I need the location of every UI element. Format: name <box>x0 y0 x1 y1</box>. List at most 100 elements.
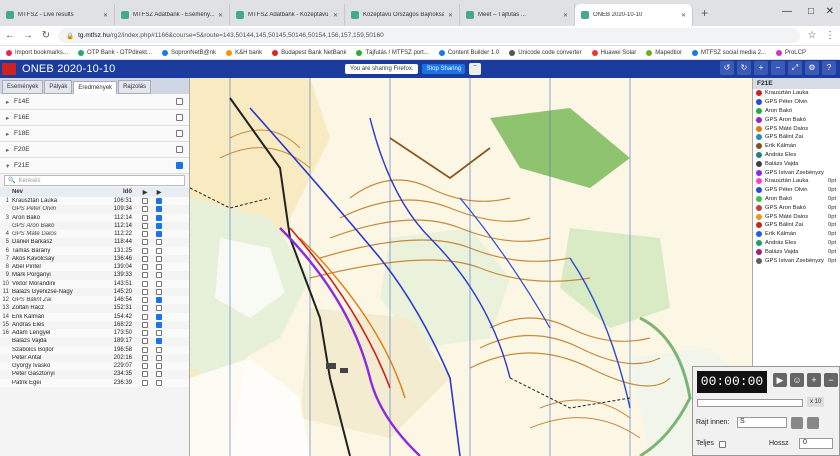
result-row[interactable]: GPS Áron Bakó 112:14 <box>0 222 189 230</box>
bookmark-item[interactable]: Content Builder 1.0 <box>438 49 499 56</box>
show-route-checkbox[interactable] <box>142 379 148 386</box>
replay-checkbox[interactable] <box>156 354 162 361</box>
reload-icon[interactable]: ↻ <box>40 30 52 41</box>
result-row[interactable]: 14 Erik Kálmán 154:42 <box>0 312 189 321</box>
replay-checkbox[interactable] <box>156 214 162 221</box>
show-route-checkbox[interactable] <box>142 198 148 205</box>
maximize-window-icon[interactable]: □ <box>808 6 814 17</box>
category-checkbox[interactable] <box>176 114 183 121</box>
show-route-checkbox[interactable] <box>142 247 148 254</box>
show-route-checkbox[interactable] <box>142 222 148 229</box>
result-row[interactable]: 9 Márk Porgányi 139:33 <box>0 271 189 279</box>
legend-runner-row[interactable]: GPS Máté Dalos <box>753 124 840 133</box>
close-window-icon[interactable]: ✕ <box>826 6 834 17</box>
result-row[interactable]: 11 Balázs Gyenizse-Nagy 145:20 <box>0 288 189 296</box>
result-row[interactable]: 7 Ákos Kavolcsay 136:46 <box>0 255 189 263</box>
zoom-out-icon[interactable]: − <box>771 61 785 75</box>
orienteering-map[interactable] <box>190 78 752 456</box>
replay-checkbox[interactable] <box>156 379 162 386</box>
rotate-right-icon[interactable]: ↻ <box>737 61 751 75</box>
result-row[interactable]: 13 Zoltán Rácz 152:31 <box>0 304 189 312</box>
panel-tab[interactable]: Pályák <box>44 80 73 94</box>
result-row[interactable]: 1 Krausztán Lauka 106:31 <box>0 197 189 206</box>
replay-checkbox[interactable] <box>156 338 162 345</box>
reset-view-icon[interactable]: ⤢ <box>788 61 802 75</box>
show-route-checkbox[interactable] <box>142 280 148 287</box>
length-input[interactable]: 0 <box>799 438 833 449</box>
play-icon[interactable]: ▶ <box>773 373 787 387</box>
close-tab-icon[interactable]: ✕ <box>681 12 686 19</box>
extensions-icon[interactable]: ⋮ <box>824 30 836 41</box>
bookmark-item[interactable]: Import bookmarks... <box>6 49 68 56</box>
result-row[interactable]: 10 Viktor Morandini 143:51 <box>0 279 189 288</box>
result-row[interactable]: Péter Antal 202:16 <box>0 354 189 362</box>
replay-speed[interactable]: x 10 <box>807 397 825 407</box>
browser-tab[interactable]: MTFSZ - Live results ✕ <box>0 4 115 26</box>
browser-tab[interactable]: Középtávú Országos Bajnokság 2020 ... ✕ <box>345 4 460 26</box>
bookmark-item[interactable]: OTP Bank - OTPdirekt... <box>78 49 152 56</box>
replay-checkbox[interactable] <box>156 206 162 213</box>
category-checkbox[interactable] <box>176 146 183 153</box>
result-row[interactable]: GPS Péter Olvin 109:34 <box>0 205 189 213</box>
category-checkbox[interactable] <box>176 98 183 105</box>
panel-tab[interactable]: Eredmények <box>73 81 118 94</box>
close-tab-icon[interactable]: ✕ <box>448 12 453 19</box>
legend-runner-row[interactable]: András Éles 0pt <box>753 239 840 248</box>
sharing-minimize-button[interactable]: – <box>469 63 482 75</box>
legend-runner-row[interactable]: Balázs Vajda <box>753 159 840 168</box>
legend-runner-row[interactable]: Áron Bakó 0pt <box>753 195 840 204</box>
result-row[interactable]: 6 Tamás Bárány 131:25 <box>0 246 189 255</box>
replay-checkbox[interactable] <box>156 346 162 353</box>
stop-sharing-button[interactable]: Stop Sharing <box>422 64 466 74</box>
panel-tab[interactable]: Rajzolás <box>118 80 152 94</box>
replay-checkbox[interactable] <box>156 288 162 295</box>
result-row[interactable]: 4 GPS Máté Dalos 112:22 <box>0 230 189 239</box>
runners-icon[interactable]: ☺ <box>790 373 804 387</box>
result-row[interactable]: Szabolcs Bojtor 196:58 <box>0 345 189 354</box>
tag-icon[interactable] <box>791 417 803 429</box>
forward-icon[interactable]: → <box>22 30 34 41</box>
show-route-checkbox[interactable] <box>142 288 148 295</box>
show-route-checkbox[interactable] <box>142 330 148 337</box>
category-row[interactable]: ▸ F20E <box>0 142 189 158</box>
show-route-checkbox[interactable] <box>142 305 148 312</box>
replay-checkbox[interactable] <box>156 313 162 320</box>
show-route-checkbox[interactable] <box>142 313 148 320</box>
result-row[interactable]: Péter Gasztonyi 234:35 <box>0 370 189 378</box>
legend-runner-row[interactable]: GPS Áron Bakó <box>753 115 840 124</box>
replay-checkbox[interactable] <box>156 222 162 229</box>
category-row[interactable]: ▸ F18E <box>0 126 189 142</box>
replay-checkbox[interactable] <box>156 330 162 337</box>
browser-tab[interactable]: Meet – Tájfutás ... ✕ <box>460 4 575 26</box>
result-row[interactable]: György Ivaskó 229:07 <box>0 362 189 371</box>
legend-runner-row[interactable]: GPS Máté Dalos 0pt <box>753 212 840 221</box>
legend-runner-row[interactable]: GPS Péter Olvin <box>753 98 840 107</box>
show-route-checkbox[interactable] <box>142 297 148 304</box>
legend-runner-row[interactable]: Erik Kálmán <box>753 142 840 151</box>
legend-runner-row[interactable]: Balázs Vajda 0pt <box>753 247 840 256</box>
result-row[interactable]: Balázs Vajda 189:17 <box>0 337 189 345</box>
legend-runner-row[interactable]: Krausztán Lauka 0pt <box>753 177 840 186</box>
show-route-checkbox[interactable] <box>142 239 148 246</box>
replay-checkbox[interactable] <box>156 305 162 312</box>
category-checkbox[interactable] <box>176 162 183 169</box>
result-row[interactable]: 15 András Éles 168:22 <box>0 321 189 329</box>
legend-runner-row[interactable]: GPS Bálint Zai 0pt <box>753 221 840 230</box>
replay-checkbox[interactable] <box>156 363 162 370</box>
result-row[interactable]: Patrik Egei 236:39 <box>0 378 189 387</box>
close-tab-icon[interactable]: ✕ <box>563 12 568 19</box>
close-tab-icon[interactable]: ✕ <box>218 12 223 19</box>
bookmark-item[interactable]: K&H bank <box>226 49 262 56</box>
close-tab-icon[interactable]: ✕ <box>333 12 338 19</box>
zoom-in-icon[interactable]: + <box>754 61 768 75</box>
browser-tab[interactable]: MTFSZ Adatbank - Középtávú O... ✕ <box>230 4 345 26</box>
replay-checkbox[interactable] <box>156 280 162 287</box>
rotate-left-icon[interactable]: ↺ <box>720 61 734 75</box>
bookmark-item[interactable]: Unicode code converter <box>509 49 582 56</box>
show-route-checkbox[interactable] <box>142 363 148 370</box>
legend-runner-row[interactable]: GPS Bálint Zai <box>753 133 840 142</box>
result-row[interactable]: 16 Ádám Lengyel 173:50 <box>0 329 189 338</box>
result-row[interactable]: 3 Áron Bakó 112:14 <box>0 213 189 222</box>
replay-checkbox[interactable] <box>156 297 162 304</box>
bookmark-item[interactable]: Mapedtior <box>646 49 682 56</box>
